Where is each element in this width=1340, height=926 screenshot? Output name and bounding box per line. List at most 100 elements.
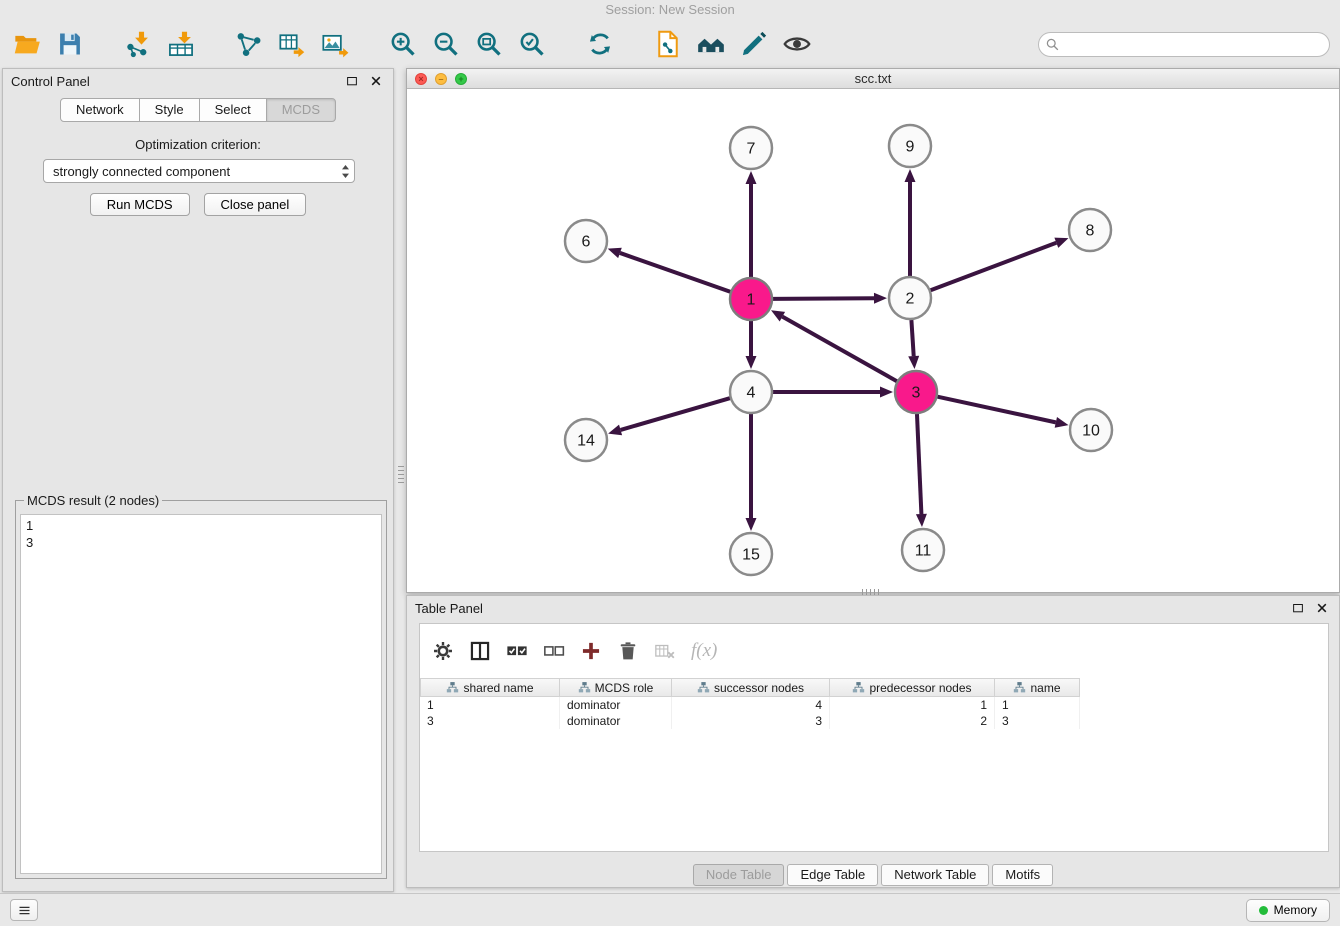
control-panel-header: Control Panel bbox=[3, 69, 393, 93]
close-table-panel-button[interactable] bbox=[1313, 599, 1331, 617]
node-3[interactable]: 3 bbox=[895, 371, 937, 413]
deselect-all-rows-button[interactable] bbox=[539, 636, 569, 666]
tab-mcds[interactable]: MCDS bbox=[266, 98, 336, 122]
node-10[interactable]: 10 bbox=[1070, 409, 1112, 451]
open-session-button[interactable] bbox=[10, 26, 44, 62]
zoom-in-button[interactable] bbox=[386, 26, 420, 62]
node-6[interactable]: 6 bbox=[565, 220, 607, 262]
select-stepper-icon bbox=[341, 164, 350, 179]
zoom-out-button[interactable] bbox=[429, 26, 463, 62]
edge-4-14[interactable] bbox=[608, 398, 730, 435]
zoom-fit-button[interactable] bbox=[472, 26, 506, 62]
node-9[interactable]: 9 bbox=[889, 125, 931, 167]
node-11[interactable]: 11 bbox=[902, 529, 944, 571]
close-window-button[interactable] bbox=[415, 73, 427, 85]
tab-edge-table[interactable]: Edge Table bbox=[787, 864, 878, 886]
network-canvas[interactable]: 7 9 6 8 1 2 4 3 14 10 15 11 bbox=[407, 89, 1339, 592]
tab-network[interactable]: Network bbox=[60, 98, 140, 122]
table-row[interactable]: 1dominator411 bbox=[420, 697, 1328, 713]
minimize-window-button[interactable] bbox=[435, 73, 447, 85]
tab-select[interactable]: Select bbox=[199, 98, 267, 122]
delete-table-button bbox=[650, 636, 680, 666]
column-type-icon bbox=[852, 681, 865, 694]
node-7[interactable]: 7 bbox=[730, 127, 772, 169]
select-all-rows-button[interactable] bbox=[502, 636, 532, 666]
edge-2-3[interactable] bbox=[908, 320, 919, 369]
graphics-details-button[interactable] bbox=[780, 26, 814, 62]
column-header-mcds-role[interactable]: MCDS role bbox=[560, 678, 672, 697]
memory-label: Memory bbox=[1274, 903, 1317, 917]
table-container: f(x) shared nameMCDS rolesuccessor nodes… bbox=[419, 623, 1329, 852]
node-14[interactable]: 14 bbox=[565, 419, 607, 461]
close-control-panel-button[interactable] bbox=[367, 72, 385, 90]
import-network-button[interactable] bbox=[121, 26, 155, 62]
network-window-titlebar[interactable]: scc.txt bbox=[407, 69, 1339, 89]
edge-1-4[interactable] bbox=[746, 321, 757, 369]
tab-network-table[interactable]: Network Table bbox=[881, 864, 989, 886]
edge-3-1[interactable] bbox=[771, 310, 897, 381]
vertical-splitter-grip[interactable] bbox=[398, 466, 404, 484]
edge-4-15[interactable] bbox=[746, 414, 757, 531]
result-line: 1 bbox=[26, 517, 381, 534]
toolbar-separator bbox=[558, 44, 574, 45]
edge-1-2[interactable] bbox=[773, 293, 887, 304]
export-table-button[interactable] bbox=[275, 26, 309, 62]
table-panel: Table Panel f(x) shared nameMCDS rolesuc… bbox=[406, 595, 1340, 888]
edge-3-11[interactable] bbox=[916, 414, 927, 527]
save-session-button[interactable] bbox=[53, 26, 87, 62]
first-neighbors-button[interactable] bbox=[694, 26, 728, 62]
zoom-selected-button[interactable] bbox=[515, 26, 549, 62]
export-image-button[interactable] bbox=[318, 26, 352, 62]
export-network-button[interactable] bbox=[232, 26, 266, 62]
memory-button[interactable]: Memory bbox=[1246, 899, 1330, 922]
table-cell: dominator bbox=[560, 713, 672, 729]
add-column-button[interactable] bbox=[576, 636, 606, 666]
node-4[interactable]: 4 bbox=[730, 371, 772, 413]
run-mcds-button[interactable]: Run MCDS bbox=[90, 193, 190, 216]
edge-4-3[interactable] bbox=[773, 387, 893, 398]
apply-layout-button[interactable] bbox=[583, 26, 617, 62]
tab-motifs[interactable]: Motifs bbox=[992, 864, 1053, 886]
table-cell: 1 bbox=[995, 697, 1080, 713]
svg-text:4: 4 bbox=[747, 385, 756, 402]
mcds-buttons-row: Run MCDS Close panel bbox=[3, 193, 393, 216]
tab-style[interactable]: Style bbox=[139, 98, 200, 122]
search-icon bbox=[1045, 37, 1060, 52]
column-header-name[interactable]: name bbox=[995, 678, 1080, 697]
node-1[interactable]: 1 bbox=[730, 278, 772, 320]
table-row[interactable]: 3dominator323 bbox=[420, 713, 1328, 729]
tab-node-table[interactable]: Node Table bbox=[693, 864, 785, 886]
annotation-brush-button[interactable] bbox=[737, 26, 771, 62]
column-type-icon bbox=[446, 681, 459, 694]
table-panel-title: Table Panel bbox=[415, 601, 483, 616]
delete-column-button[interactable] bbox=[613, 636, 643, 666]
column-header-shared-name[interactable]: shared name bbox=[420, 678, 560, 697]
search-input[interactable] bbox=[1038, 32, 1330, 57]
panel-list-button[interactable] bbox=[10, 899, 38, 921]
node-8[interactable]: 8 bbox=[1069, 209, 1111, 251]
optimization-select[interactable]: strongly connected component bbox=[43, 159, 355, 183]
show-columns-button[interactable] bbox=[465, 636, 495, 666]
float-control-panel-button[interactable] bbox=[343, 72, 361, 90]
toolbar-separator bbox=[96, 44, 112, 45]
import-table-button[interactable] bbox=[164, 26, 198, 62]
svg-text:1: 1 bbox=[747, 292, 756, 309]
float-table-panel-button[interactable] bbox=[1289, 599, 1307, 617]
node-15[interactable]: 15 bbox=[730, 533, 772, 575]
edge-2-9[interactable] bbox=[905, 169, 916, 276]
column-header-predecessor-nodes[interactable]: predecessor nodes bbox=[830, 678, 995, 697]
svg-text:6: 6 bbox=[582, 234, 591, 251]
mcds-result-box: MCDS result (2 nodes) 13 bbox=[15, 493, 387, 879]
column-header-successor-nodes[interactable]: successor nodes bbox=[672, 678, 830, 697]
zoom-window-button[interactable] bbox=[455, 73, 467, 85]
mcds-result-list[interactable]: 13 bbox=[20, 514, 382, 874]
edge-3-10[interactable] bbox=[937, 397, 1068, 428]
edge-2-8[interactable] bbox=[931, 238, 1069, 291]
table-settings-button[interactable] bbox=[428, 636, 458, 666]
edge-1-6[interactable] bbox=[608, 248, 731, 292]
edge-1-7[interactable] bbox=[746, 171, 757, 277]
control-panel: Control Panel NetworkStyleSelectMCDS Opt… bbox=[2, 68, 394, 892]
network-from-selection-button[interactable] bbox=[651, 26, 685, 62]
node-2[interactable]: 2 bbox=[889, 277, 931, 319]
close-panel-button[interactable]: Close panel bbox=[204, 193, 307, 216]
